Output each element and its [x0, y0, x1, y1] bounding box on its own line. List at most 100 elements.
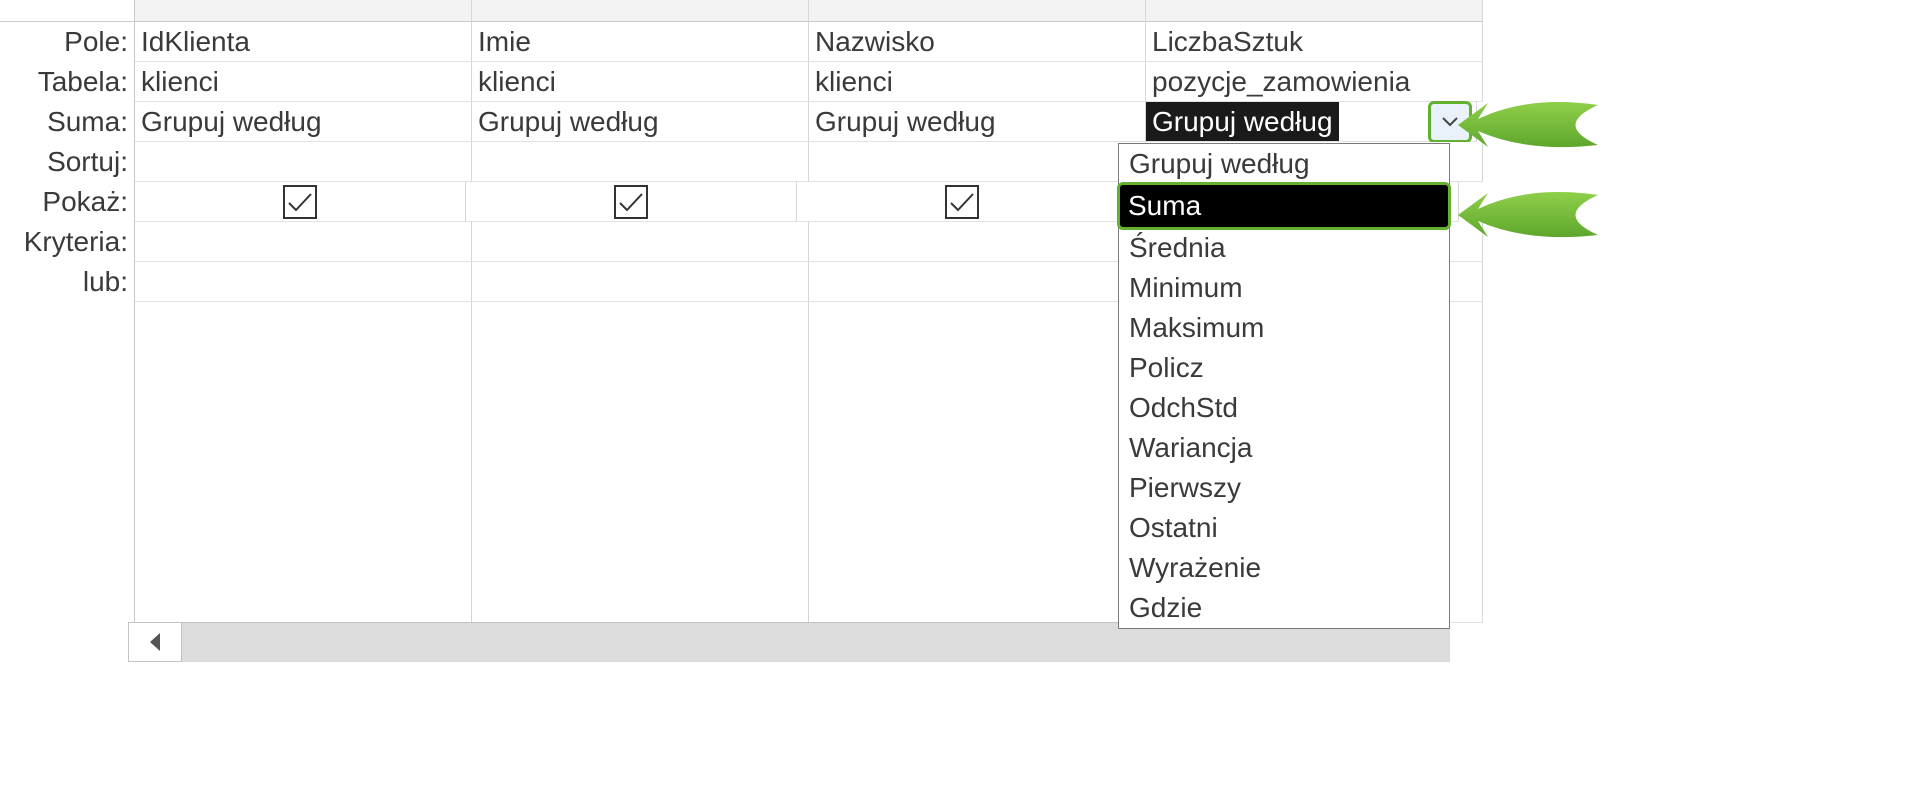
triangle-left-icon: [148, 631, 162, 653]
cell-pole-3[interactable]: Nazwisko: [809, 22, 1146, 62]
cell-suma-1-text: Grupuj według: [141, 106, 322, 138]
row-suma: Suma: Grupuj według Grupuj według Grupuj…: [0, 102, 1450, 142]
checkmark-icon: [287, 191, 313, 213]
suma-option-minimum[interactable]: Minimum: [1119, 268, 1449, 308]
cell-pole-4-text: LiczbaSztuk: [1152, 26, 1303, 58]
cell-blank-6-2[interactable]: [472, 502, 809, 543]
cell-blank-1-2[interactable]: [472, 302, 809, 343]
row-label-lub: lub:: [0, 262, 135, 302]
arrow-left-icon: [1458, 185, 1598, 245]
cell-suma-3-text: Grupuj według: [815, 106, 996, 138]
cell-blank-5-1[interactable]: [135, 462, 472, 503]
cell-pole-1-text: IdKlienta: [141, 26, 250, 58]
cell-sortuj-3[interactable]: [809, 142, 1146, 182]
cell-blank-4-2[interactable]: [472, 422, 809, 463]
row-tabela: Tabela: klienci klienci klienci pozycje_…: [0, 62, 1450, 102]
cell-blank-3-2[interactable]: [472, 382, 809, 423]
cell-suma-2[interactable]: Grupuj według: [472, 102, 809, 142]
row-label-sortuj: Sortuj:: [0, 142, 135, 182]
suma-option-wariancja[interactable]: Wariancja: [1119, 428, 1449, 468]
column-header-3[interactable]: [809, 0, 1146, 22]
cell-kryteria-1[interactable]: [135, 222, 472, 262]
show-checkbox-3[interactable]: [945, 185, 979, 219]
cell-kryteria-3[interactable]: [809, 222, 1146, 262]
suma-dropdown-list[interactable]: Grupuj według Suma Średnia Minimum Maksi…: [1118, 143, 1450, 629]
suma-option-odchstd[interactable]: OdchStd: [1119, 388, 1449, 428]
cell-blank-7-3[interactable]: [809, 542, 1146, 583]
suma-option-srednia[interactable]: Średnia: [1119, 228, 1449, 268]
cell-tabela-3-text: klienci: [815, 66, 893, 98]
cell-suma-4[interactable]: Grupuj według: [1146, 102, 1477, 142]
cell-suma-1[interactable]: Grupuj według: [135, 102, 472, 142]
cell-blank-2-2[interactable]: [472, 342, 809, 383]
row-label-kryteria: Kryteria:: [0, 222, 135, 262]
suma-option-maksimum[interactable]: Maksimum: [1119, 308, 1449, 348]
cell-tabela-3[interactable]: klienci: [809, 62, 1146, 102]
cell-blank-8-1[interactable]: [135, 582, 472, 623]
cell-kryteria-2[interactable]: [472, 222, 809, 262]
checkmark-icon: [618, 191, 644, 213]
cell-tabela-4[interactable]: pozycje_zamowienia: [1146, 62, 1483, 102]
suma-option-suma[interactable]: Suma: [1117, 182, 1451, 230]
cell-blank-6-1[interactable]: [135, 502, 472, 543]
cell-blank-8-3[interactable]: [809, 582, 1146, 623]
cell-suma-3[interactable]: Grupuj według: [809, 102, 1146, 142]
cell-tabela-1[interactable]: klienci: [135, 62, 472, 102]
suma-option-grupuj-wedlug[interactable]: Grupuj według: [1119, 144, 1449, 184]
cell-blank-3-1[interactable]: [135, 382, 472, 423]
cell-blank-4-1[interactable]: [135, 422, 472, 463]
cell-blank-4-3[interactable]: [809, 422, 1146, 463]
column-header-1[interactable]: [135, 0, 472, 22]
cell-tabela-4-text: pozycje_zamowienia: [1152, 66, 1410, 98]
cell-blank-5-3[interactable]: [809, 462, 1146, 503]
row-pole: Pole: IdKlienta Imie Nazwisko LiczbaSztu…: [0, 22, 1450, 62]
cell-pokaz-1[interactable]: [135, 182, 466, 222]
cell-blank-8-2[interactable]: [472, 582, 809, 623]
show-checkbox-2[interactable]: [614, 185, 648, 219]
suma-option-policz[interactable]: Policz: [1119, 348, 1449, 388]
cell-pole-1[interactable]: IdKlienta: [135, 22, 472, 62]
chevron-down-icon: [1442, 117, 1458, 127]
column-header-4[interactable]: [1146, 0, 1483, 22]
cell-lub-3[interactable]: [809, 262, 1146, 302]
suma-option-ostatni[interactable]: Ostatni: [1119, 508, 1449, 548]
cell-blank-5-2[interactable]: [472, 462, 809, 503]
cell-sortuj-1[interactable]: [135, 142, 472, 182]
cell-pokaz-3[interactable]: [797, 182, 1128, 222]
column-header-2[interactable]: [472, 0, 809, 22]
suma-option-pierwszy[interactable]: Pierwszy: [1119, 468, 1449, 508]
cell-pole-2[interactable]: Imie: [472, 22, 809, 62]
cell-blank-6-3[interactable]: [809, 502, 1146, 543]
row-label-pole: Pole:: [0, 22, 135, 62]
scroll-left-button[interactable]: [128, 622, 182, 662]
annotation-arrow-suma-option: [1458, 185, 1598, 245]
cell-pole-4[interactable]: LiczbaSztuk: [1146, 22, 1483, 62]
suma-option-wyrazenie[interactable]: Wyrażenie: [1119, 548, 1449, 588]
cell-tabela-2-text: klienci: [478, 66, 556, 98]
row-label-tabela: Tabela:: [0, 62, 135, 102]
cell-sortuj-2[interactable]: [472, 142, 809, 182]
cell-tabela-2[interactable]: klienci: [472, 62, 809, 102]
cell-blank-1-3[interactable]: [809, 302, 1146, 343]
checkmark-icon: [949, 191, 975, 213]
row-label-pokaz: Pokaż:: [0, 182, 135, 222]
cell-blank-2-1[interactable]: [135, 342, 472, 383]
arrow-left-icon: [1458, 95, 1598, 155]
cell-tabela-1-text: klienci: [141, 66, 219, 98]
cell-suma-4-selected-text: Grupuj według: [1146, 102, 1339, 141]
cell-lub-1[interactable]: [135, 262, 472, 302]
row-label-suma: Suma:: [0, 102, 135, 142]
show-checkbox-1[interactable]: [283, 185, 317, 219]
cell-suma-2-text: Grupuj według: [478, 106, 659, 138]
cell-blank-7-1[interactable]: [135, 542, 472, 583]
cell-pole-2-text: Imie: [478, 26, 531, 58]
cell-blank-3-3[interactable]: [809, 382, 1146, 423]
annotation-arrow-dropdown-button: [1458, 95, 1598, 155]
cell-blank-2-3[interactable]: [809, 342, 1146, 383]
cell-lub-2[interactable]: [472, 262, 809, 302]
suma-option-gdzie[interactable]: Gdzie: [1119, 588, 1449, 628]
cell-blank-7-2[interactable]: [472, 542, 809, 583]
cell-blank-1-1[interactable]: [135, 302, 472, 343]
cell-pole-3-text: Nazwisko: [815, 26, 935, 58]
cell-pokaz-2[interactable]: [466, 182, 797, 222]
